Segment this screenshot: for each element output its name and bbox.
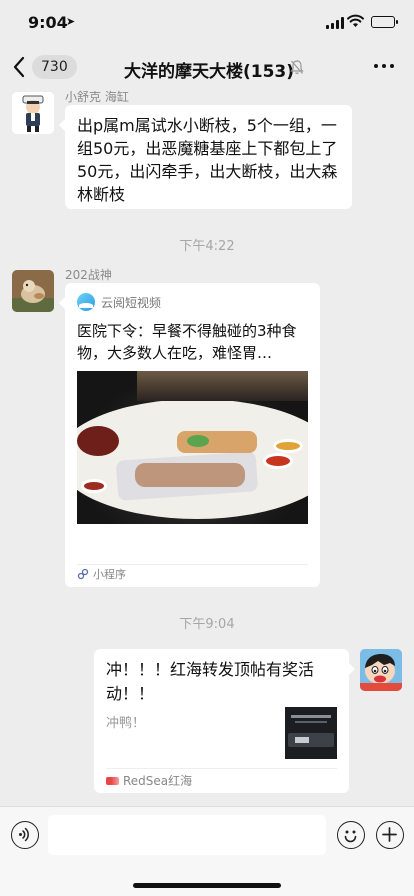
location-arrow-icon: ➤ [66, 15, 76, 28]
battery-icon [371, 16, 398, 28]
message-timestamp: 下午4:22 [179, 239, 235, 254]
mini-program-footer: 小程序 [77, 566, 126, 582]
redsea-logo-icon [106, 776, 119, 785]
more-options-button[interactable] [374, 64, 394, 68]
status-bar: 9:04 ➤ [0, 0, 414, 46]
plus-icon [382, 827, 397, 842]
smiley-icon [344, 830, 357, 843]
avatar[interactable] [12, 270, 54, 312]
mini-program-icon [77, 568, 89, 580]
wifi-icon [347, 14, 364, 27]
voice-icon [19, 827, 29, 842]
avatar[interactable] [12, 92, 54, 134]
mini-program-source: 云阅短视频 [77, 293, 308, 311]
mute-bell-icon [290, 60, 304, 75]
cartoon-boy-avatar-icon [360, 649, 402, 691]
unread-count-badge: 730 [32, 55, 77, 79]
avatar[interactable] [360, 649, 402, 691]
status-time: 9:04 [28, 13, 68, 32]
link-card-source-name: RedSea红海 [123, 774, 193, 788]
mini-program-label: 小程序 [93, 568, 126, 581]
link-card-source: RedSea红海 [106, 772, 192, 789]
mini-program-card[interactable]: 云阅短视频 医院下令：早餐不得触碰的3种食物，大多数人在吃，难怪胃… 小程序 [59, 283, 320, 587]
text-message-bubble[interactable]: 出p属m属试水小断枝，5个一组，一组50元，出恶魔糖基座上下都包上了50元，出闪… [59, 105, 352, 209]
mini-program-title: 医院下令：早餐不得触碰的3种食物，大多数人在吃，难怪胃… [77, 322, 297, 362]
video-app-logo-icon [77, 293, 95, 311]
cartoon-avatar-icon [12, 92, 54, 134]
chat-title[interactable]: 大洋的摩天大楼(153) [124, 57, 294, 82]
back-button[interactable]: 730 [10, 54, 77, 80]
voice-input-button[interactable] [11, 821, 39, 849]
sender-name: 202战神 [65, 268, 112, 282]
home-indicator [133, 883, 281, 888]
cellular-signal-icon [326, 17, 344, 29]
mini-program-source-name: 云阅短视频 [101, 295, 162, 310]
emoji-button[interactable] [337, 821, 365, 849]
link-card-title: 冲！！！红海转发顶帖有奖活动！！ [106, 660, 315, 703]
chevron-left-icon [13, 56, 25, 78]
dog-avatar-icon [12, 270, 54, 312]
chat-header: 730 大洋的摩天大楼(153) [0, 46, 414, 88]
message-timestamp: 下午9:04 [179, 617, 235, 632]
link-thumbnail-image [285, 707, 337, 759]
message-text: 出p属m属试水小断枝，5个一组，一组50元，出恶魔糖基座上下都包上了50元，出闪… [77, 116, 338, 204]
sender-name: 小舒克 海缸 [65, 90, 129, 104]
link-card[interactable]: 冲！！！红海转发顶帖有奖活动！！ 冲鸭！ RedSea红海 [94, 649, 355, 793]
message-input[interactable] [48, 815, 326, 855]
more-actions-button[interactable] [376, 821, 404, 849]
food-image [77, 371, 308, 524]
